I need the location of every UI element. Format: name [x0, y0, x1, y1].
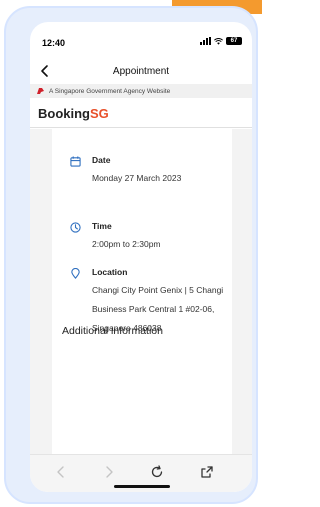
page-title: Appointment [112, 65, 170, 77]
reload-icon[interactable] [150, 465, 164, 479]
location-label: Location [92, 267, 128, 277]
wifi-icon [214, 37, 223, 45]
browser-toolbar [30, 454, 252, 492]
signal-icon [200, 37, 211, 45]
lion-head-icon [37, 88, 44, 94]
additional-info-heading: Additional information [62, 325, 163, 337]
appointment-card: Date Monday 27 March 2023 Time 2:00pm to… [52, 129, 232, 454]
date-value: Monday 27 March 2023 [92, 173, 182, 183]
browser-back-icon[interactable] [54, 465, 68, 479]
calendar-icon [70, 156, 81, 167]
device-frame: 12:40 67 Appointment A Singapore Governm… [4, 6, 258, 504]
logo-suffix: SG [90, 106, 109, 121]
time-label: Time [92, 221, 112, 231]
status-bar: 12:40 67 [30, 22, 252, 52]
date-label: Date [92, 155, 111, 165]
gov-banner-text: A Singapore Government Agency Website [49, 87, 171, 95]
content-area: Date Monday 27 March 2023 Time 2:00pm to… [30, 129, 252, 454]
gov-agency-banner[interactable]: A Singapore Government Agency Website [30, 84, 252, 98]
back-chevron-icon[interactable] [38, 64, 52, 78]
status-icons: 67 [200, 37, 242, 45]
phone-screen: 12:40 67 Appointment A Singapore Governm… [30, 22, 252, 492]
status-time: 12:40 [42, 38, 66, 48]
site-header: BookingSG [30, 100, 252, 128]
browser-forward-icon[interactable] [102, 465, 116, 479]
clock-icon [70, 222, 81, 233]
location-pin-icon [71, 268, 80, 279]
navigation-bar: Appointment [30, 60, 252, 82]
battery-icon: 67 [226, 37, 242, 45]
logo-prefix: Booking [38, 106, 90, 121]
logo[interactable]: BookingSG [38, 106, 109, 121]
home-indicator[interactable] [114, 485, 170, 488]
open-external-icon[interactable] [200, 465, 214, 479]
time-value: 2:00pm to 2:30pm [92, 239, 161, 249]
